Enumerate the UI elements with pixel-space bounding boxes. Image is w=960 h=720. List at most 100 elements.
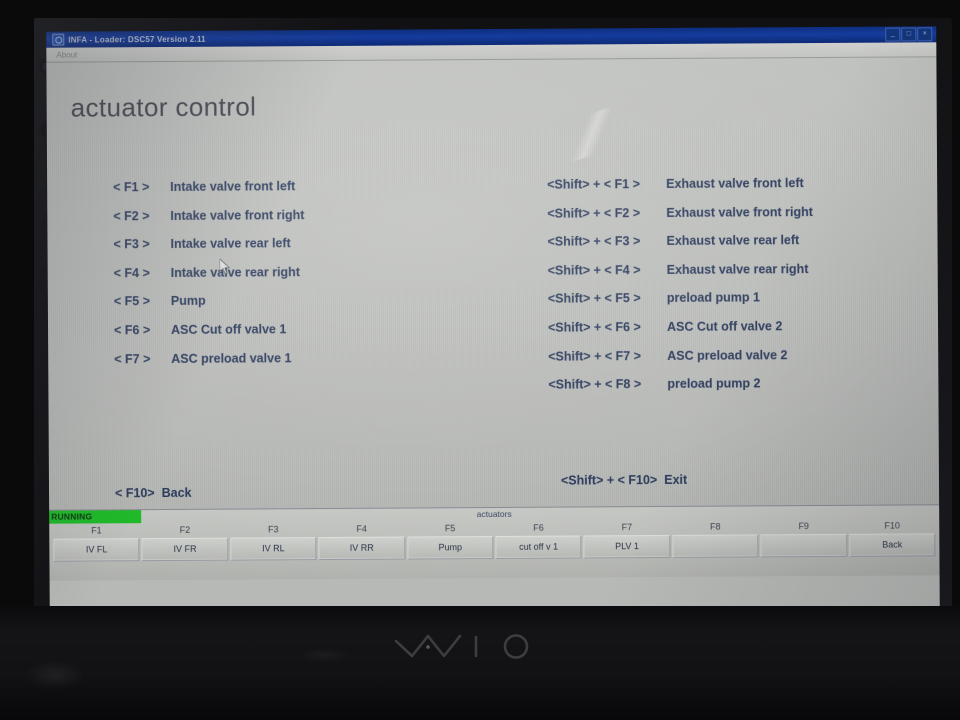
fkey-label: F6	[533, 522, 544, 533]
fkey-slot-f4: F4 IV RR	[318, 522, 406, 561]
shortcut-row[interactable]: < F5 > Pump	[114, 294, 305, 309]
mouse-pointer	[219, 258, 231, 275]
shortcut-key: < F1 >	[113, 180, 150, 195]
fkey-label: F2	[179, 524, 191, 535]
shortcut-row[interactable]: < F6 > ASC Cut off valve 1	[114, 322, 305, 337]
status-bar: RUNNING actuators F1 IV FL F2 IV FR F3 I…	[49, 504, 940, 581]
shortcut-label: Intake valve rear left	[170, 236, 291, 252]
fkey-slot-f5: F5 Pump	[406, 521, 494, 560]
shortcut-key: <Shift> + < F2 >	[547, 205, 641, 221]
shortcut-key: <Shift> + < F1 >	[547, 177, 640, 192]
menu-item-about[interactable]: About	[51, 50, 82, 59]
window-controls: _ □ ×	[885, 27, 934, 42]
shortcut-row[interactable]: <Shift> + < F1 > Exhaust valve front lef…	[547, 176, 813, 192]
shortcut-key: <Shift> + < F7 >	[548, 348, 642, 364]
fkey-button[interactable]: IV RL	[230, 537, 317, 561]
shortcut-row[interactable]: <Shift> + < F2 > Exhaust valve front rig…	[547, 205, 813, 221]
client-area: actuator control < F1 > Intake valve fro…	[46, 57, 940, 581]
shortcut-label: Intake valve front left	[170, 179, 296, 194]
fkey-button[interactable]	[760, 533, 848, 558]
shortcut-label: Exhaust valve rear left	[666, 233, 800, 249]
shortcut-key: < F2 >	[113, 208, 150, 223]
left-shortcut-column: < F1 > Intake valve front left < F2 > In…	[113, 179, 305, 380]
shortcut-row[interactable]: < F2 > Intake valve front right	[113, 208, 304, 223]
app-icon	[52, 33, 65, 46]
shortcut-label: Exhaust valve front right	[666, 204, 813, 220]
shortcut-row[interactable]: <Shift> + < F8 > preload pump 2	[548, 376, 814, 392]
laptop-screen: INFA - Loader: DSC57 Version 2.11 _ □ × …	[46, 26, 940, 616]
fkey-slot-f6: F6 cut off v 1	[495, 520, 582, 559]
shortcut-key: <Shift> + < F8 >	[548, 377, 642, 392]
shortcut-key: <Shift> + < F3 >	[547, 234, 641, 249]
fkey-label: F4	[356, 523, 367, 534]
shortcut-label: preload pump 2	[667, 376, 761, 392]
shortcut-key: < F4 >	[113, 265, 150, 281]
fkey-label: F1	[91, 525, 102, 536]
exit-shortcut[interactable]: <Shift> + < F10> Exit	[561, 473, 687, 488]
shortcut-key: < F6 >	[114, 323, 151, 338]
shortcut-label: ASC preload valve 1	[171, 350, 292, 366]
shortcut-label: ASC Cut off valve 1	[171, 322, 287, 337]
fkey-button[interactable]	[672, 534, 759, 558]
shortcut-row[interactable]: <Shift> + < F4 > Exhaust valve rear righ…	[548, 262, 814, 278]
palmrest-highlight-center	[300, 648, 350, 662]
shortcut-key: < F7 >	[114, 351, 151, 366]
fkey-button[interactable]: cut off v 1	[495, 535, 582, 559]
shortcut-label: ASC preload valve 2	[667, 347, 788, 363]
shortcut-key: < F5 >	[113, 294, 151, 309]
shortcut-label: ASC Cut off valve 2	[666, 319, 783, 334]
fkey-button[interactable]: IV FR	[141, 537, 229, 562]
shortcut-label: Exhaust valve rear right	[666, 261, 809, 277]
back-shortcut[interactable]: < F10> Back	[115, 486, 192, 500]
shortcut-row[interactable]: <Shift> + < F3 > Exhaust valve rear left	[547, 233, 813, 249]
shortcut-row[interactable]: < F4 > Intake valve rear right	[114, 265, 305, 280]
vaio-wordmark-icon	[394, 634, 529, 659]
vaio-dot	[426, 645, 430, 649]
fkey-label: F7	[621, 522, 633, 533]
shortcut-key: <Shift> + < F10>	[560, 473, 658, 488]
shortcut-label: preload pump 1	[666, 290, 760, 306]
fkey-slot-f9: F9	[760, 519, 848, 558]
window-title: INFA - Loader: DSC57 Version 2.11	[68, 34, 206, 45]
fkey-button[interactable]: IV RR	[318, 536, 406, 561]
fkey-button[interactable]: IV FL	[53, 538, 140, 562]
shortcut-label: Exhaust valve front left	[666, 176, 804, 191]
shortcut-row[interactable]: < F1 > Intake valve front left	[113, 179, 304, 194]
shortcut-key: <Shift> + < F4 >	[547, 262, 641, 278]
shortcut-key: <Shift> + < F5 >	[547, 291, 641, 307]
shortcut-key: < F3 >	[113, 237, 150, 252]
fkey-button[interactable]: PLV 1	[583, 534, 671, 559]
fkey-label: F9	[798, 521, 809, 532]
shortcut-label: Pump	[170, 294, 206, 309]
fkey-button[interactable]: Back	[848, 533, 936, 557]
shortcut-columns: < F1 > Intake valve front left < F2 > In…	[47, 175, 937, 392]
titlebar-spacer	[206, 35, 886, 39]
page-title: actuator control	[70, 91, 257, 123]
fkey-label: F3	[267, 524, 279, 535]
palmrest-highlight-left	[25, 660, 85, 690]
function-key-bar: F1 IV FL F2 IV FR F3 IV RL F4 IV RR F5 P…	[49, 518, 939, 562]
laptop-photo: INFA - Loader: DSC57 Version 2.11 _ □ × …	[0, 0, 960, 720]
shortcut-row[interactable]: <Shift> + < F5 > preload pump 1	[548, 290, 814, 306]
fkey-slot-f3: F3 IV RL	[230, 522, 317, 561]
shortcut-row[interactable]: <Shift> + < F7 > ASC preload valve 2	[548, 347, 814, 364]
shortcut-key: <Shift> + < F6 >	[547, 320, 641, 335]
shortcut-row[interactable]: <Shift> + < F6 > ASC Cut off valve 2	[547, 319, 814, 335]
shortcut-label: Intake valve front right	[170, 207, 305, 223]
minimize-button[interactable]: _	[885, 27, 901, 42]
fkey-slot-f1: F1 IV FL	[53, 523, 140, 562]
fkey-slot-f10: F10 Back	[848, 518, 936, 557]
maximize-button[interactable]: □	[901, 27, 917, 42]
fkey-slot-f7: F7 PLV 1	[583, 520, 671, 559]
fkey-label: F10	[884, 520, 900, 531]
shortcut-label: Back	[161, 485, 192, 501]
shortcut-row[interactable]: < F3 > Intake valve rear left	[113, 236, 304, 251]
screen-glare	[542, 101, 641, 168]
fkey-button[interactable]: Pump	[406, 536, 494, 560]
close-button[interactable]: ×	[917, 27, 933, 42]
vaio-logo	[382, 631, 562, 665]
shortcut-row[interactable]: < F7 > ASC preload valve 1	[114, 351, 305, 366]
fkey-slot-f8: F8	[672, 519, 759, 558]
fkey-label: F5	[444, 523, 456, 534]
fkey-label: F8	[710, 521, 721, 532]
